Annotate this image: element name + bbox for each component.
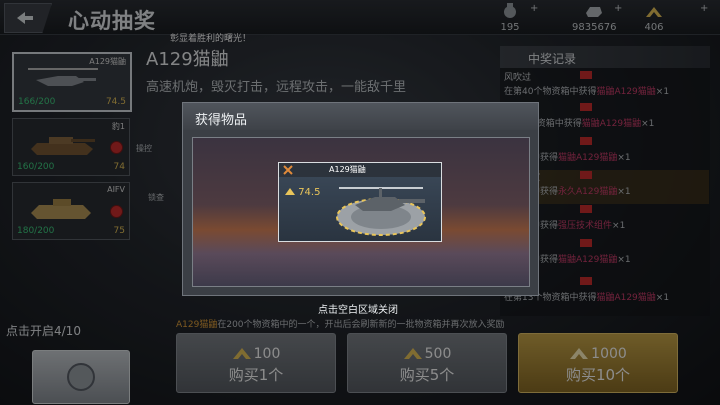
modal-header: 获得物品 xyxy=(183,103,538,130)
close-hint: 点击空白区域关闭 xyxy=(318,305,398,316)
modal-title: 获得物品 xyxy=(195,113,248,128)
rank-icon xyxy=(285,188,295,195)
reward-item-card: A129猫鼬 74.5 xyxy=(278,162,442,242)
item-name: A129猫鼬 xyxy=(329,165,366,174)
cross-icon xyxy=(283,165,293,175)
helicopter-icon xyxy=(336,187,426,236)
item-score: 74.5 xyxy=(285,187,320,198)
